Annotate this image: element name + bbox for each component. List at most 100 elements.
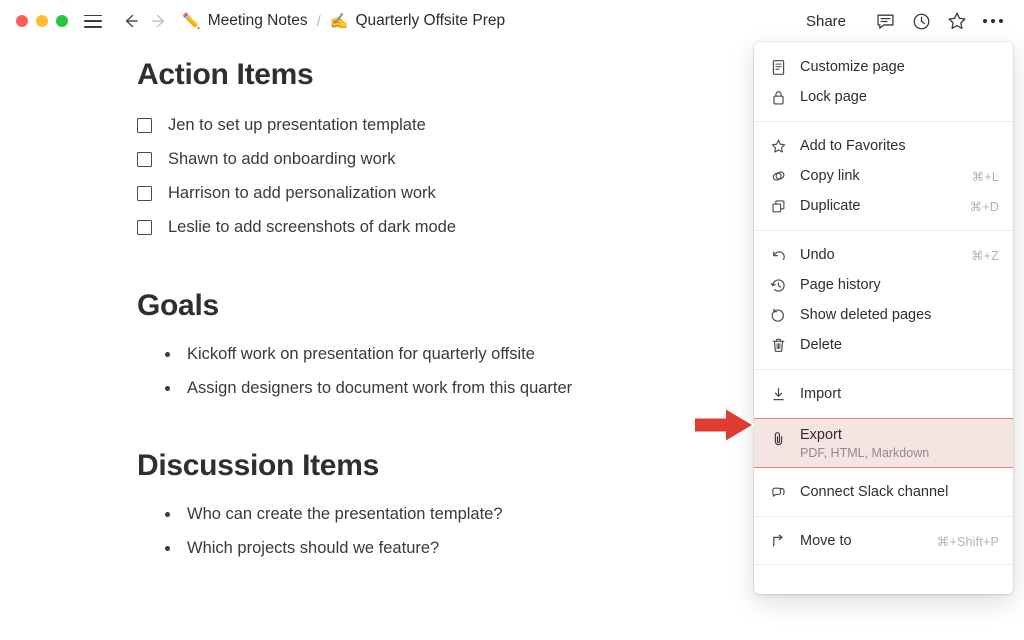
menu-item-page-history[interactable]: Page history [754,270,1013,300]
list-item[interactable]: Leslie to add screenshots of dark mode [137,211,737,245]
link-icon [767,166,789,186]
back-arrow-icon[interactable] [120,10,142,32]
move-to-icon [767,531,789,551]
sidebar-toggle-icon[interactable] [84,14,102,28]
section-heading-goals: Goals [137,288,219,322]
menu-item-label: Undo [800,247,835,263]
star-icon[interactable] [942,6,972,36]
menu-item-label: Lock page [800,89,867,105]
menu-item-export-wrapper: Export PDF, HTML, Markdown [754,418,1013,468]
forward-arrow-icon[interactable] [148,10,170,32]
menu-item-show-deleted-pages[interactable]: Show deleted pages [754,300,1013,330]
menu-item-shortcut: ⌘+L [971,169,999,184]
undo-icon [767,245,789,265]
menu-item-label: Move to [800,533,852,549]
document-body: Action Items Jen to set up presentation … [137,58,737,566]
menu-item-label: Show deleted pages [800,307,932,323]
page-history-icon [767,275,789,295]
checkbox[interactable] [137,118,152,133]
menu-item-delete[interactable]: Delete [754,330,1013,360]
menu-group-integrations: Connect Slack channel [754,477,1013,507]
star-icon [767,136,789,156]
menu-item-sublabel: PDF, HTML, Markdown [800,446,930,460]
list-item-label: Kickoff work on presentation for quarter… [187,344,535,363]
bullet-icon [165,512,170,517]
menu-item-label: Export [800,427,842,443]
menu-item-undo[interactable]: Undo ⌘+Z [754,240,1013,270]
menu-item-lock-page[interactable]: Lock page [754,82,1013,112]
menu-item-add-to-favorites[interactable]: Add to Favorites [754,131,1013,161]
list-item[interactable]: Jen to set up presentation template [137,109,737,143]
checkbox[interactable] [137,186,152,201]
menu-group-page: Customize page Lock page [754,52,1013,112]
checkbox[interactable] [137,152,152,167]
breadcrumb-separator: / [316,12,321,30]
import-icon [767,384,789,404]
titlebar: ✏️ Meeting Notes / ✍️ Quarterly Offsite … [0,0,1024,42]
checkbox[interactable] [137,220,152,235]
list-item[interactable]: Shawn to add onboarding work [137,143,737,177]
menu-divider [754,564,1013,565]
zoom-window-button[interactable] [56,15,68,27]
bullet-icon [165,351,170,357]
menu-item-label: Copy link [800,168,860,184]
section-heading-discussion-items: Discussion Items [137,449,379,482]
close-window-button[interactable] [16,15,28,27]
list-item[interactable]: Who can create the presentation template… [165,498,737,532]
minimize-window-button[interactable] [36,15,48,27]
section-heading-action-items: Action Items [137,58,314,91]
breadcrumb-current-page[interactable]: Quarterly Offsite Prep [356,12,506,30]
list-item-label: Harrison to add personalization work [168,184,436,202]
menu-divider [754,516,1013,517]
slack-icon [767,482,789,502]
bullet-icon [165,385,170,391]
list-item[interactable]: Kickoff work on presentation for quarter… [165,337,737,371]
menu-item-label: Customize page [800,59,905,75]
breadcrumb-parent-link[interactable]: Meeting Notes [208,12,308,30]
list-item-label: Which projects should we feature? [187,539,440,557]
list-item[interactable]: Assign designers to document work from t… [165,371,737,405]
menu-item-shortcut: ⌘+Shift+P [936,534,999,549]
restore-icon [767,305,789,325]
menu-footer-space [754,573,1013,585]
menu-group-history: Undo ⌘+Z Page history Show deleted pages… [754,240,1013,360]
window-controls [16,15,68,27]
app-window: ✏️ Meeting Notes / ✍️ Quarterly Offsite … [0,0,1024,640]
share-button[interactable]: Share [806,13,846,30]
list-item-label: Shawn to add onboarding work [168,150,396,168]
menu-item-shortcut: ⌘+D [969,199,999,214]
menu-item-move-to[interactable]: Move to ⌘+Shift+P [754,526,1013,556]
menu-item-connect-slack-channel[interactable]: Connect Slack channel [754,477,1013,507]
list-item-label: Leslie to add screenshots of dark mode [168,218,457,236]
bullet-icon [165,546,170,551]
menu-divider [754,121,1013,122]
list-item[interactable]: Harrison to add personalization work [137,177,737,211]
menu-item-label: Connect Slack channel [800,484,949,500]
list-item[interactable]: Which projects should we feature? [165,532,737,566]
menu-item-duplicate[interactable]: Duplicate ⌘+D [754,191,1013,221]
menu-item-export[interactable]: Export PDF, HTML, Markdown [754,418,1013,468]
menu-item-label: Duplicate [800,198,861,214]
list-item-label: Jen to set up presentation template [168,116,426,134]
clock-icon[interactable] [906,6,936,36]
comment-icon[interactable] [870,6,900,36]
titlebar-actions: Share [806,6,1008,36]
menu-item-copy-link[interactable]: Copy link ⌘+L [754,161,1013,191]
bullet-list-goals: Kickoff work on presentation for quarter… [137,337,737,405]
paperclip-icon [767,428,789,448]
duplicate-icon [767,196,789,216]
menu-item-shortcut: ⌘+Z [970,248,999,263]
ellipsis-icon[interactable] [978,6,1008,36]
menu-item-label: Add to Favorites [800,138,906,154]
menu-item-customize-page[interactable]: Customize page [754,52,1013,82]
menu-item-import[interactable]: Import [754,379,1013,409]
menu-item-label: Delete [800,337,842,353]
page-options-menu: Customize page Lock page Add to Favorite… [754,42,1013,594]
menu-item-label: Import [800,386,842,402]
list-item-label: Assign designers to document work from t… [187,378,573,397]
menu-group-move: Move to ⌘+Shift+P [754,526,1013,556]
list-item-label: Who can create the presentation template… [187,505,503,523]
bullet-list-discussion-items: Who can create the presentation template… [137,498,737,566]
parent-page-emoji: ✏️ [182,12,201,30]
